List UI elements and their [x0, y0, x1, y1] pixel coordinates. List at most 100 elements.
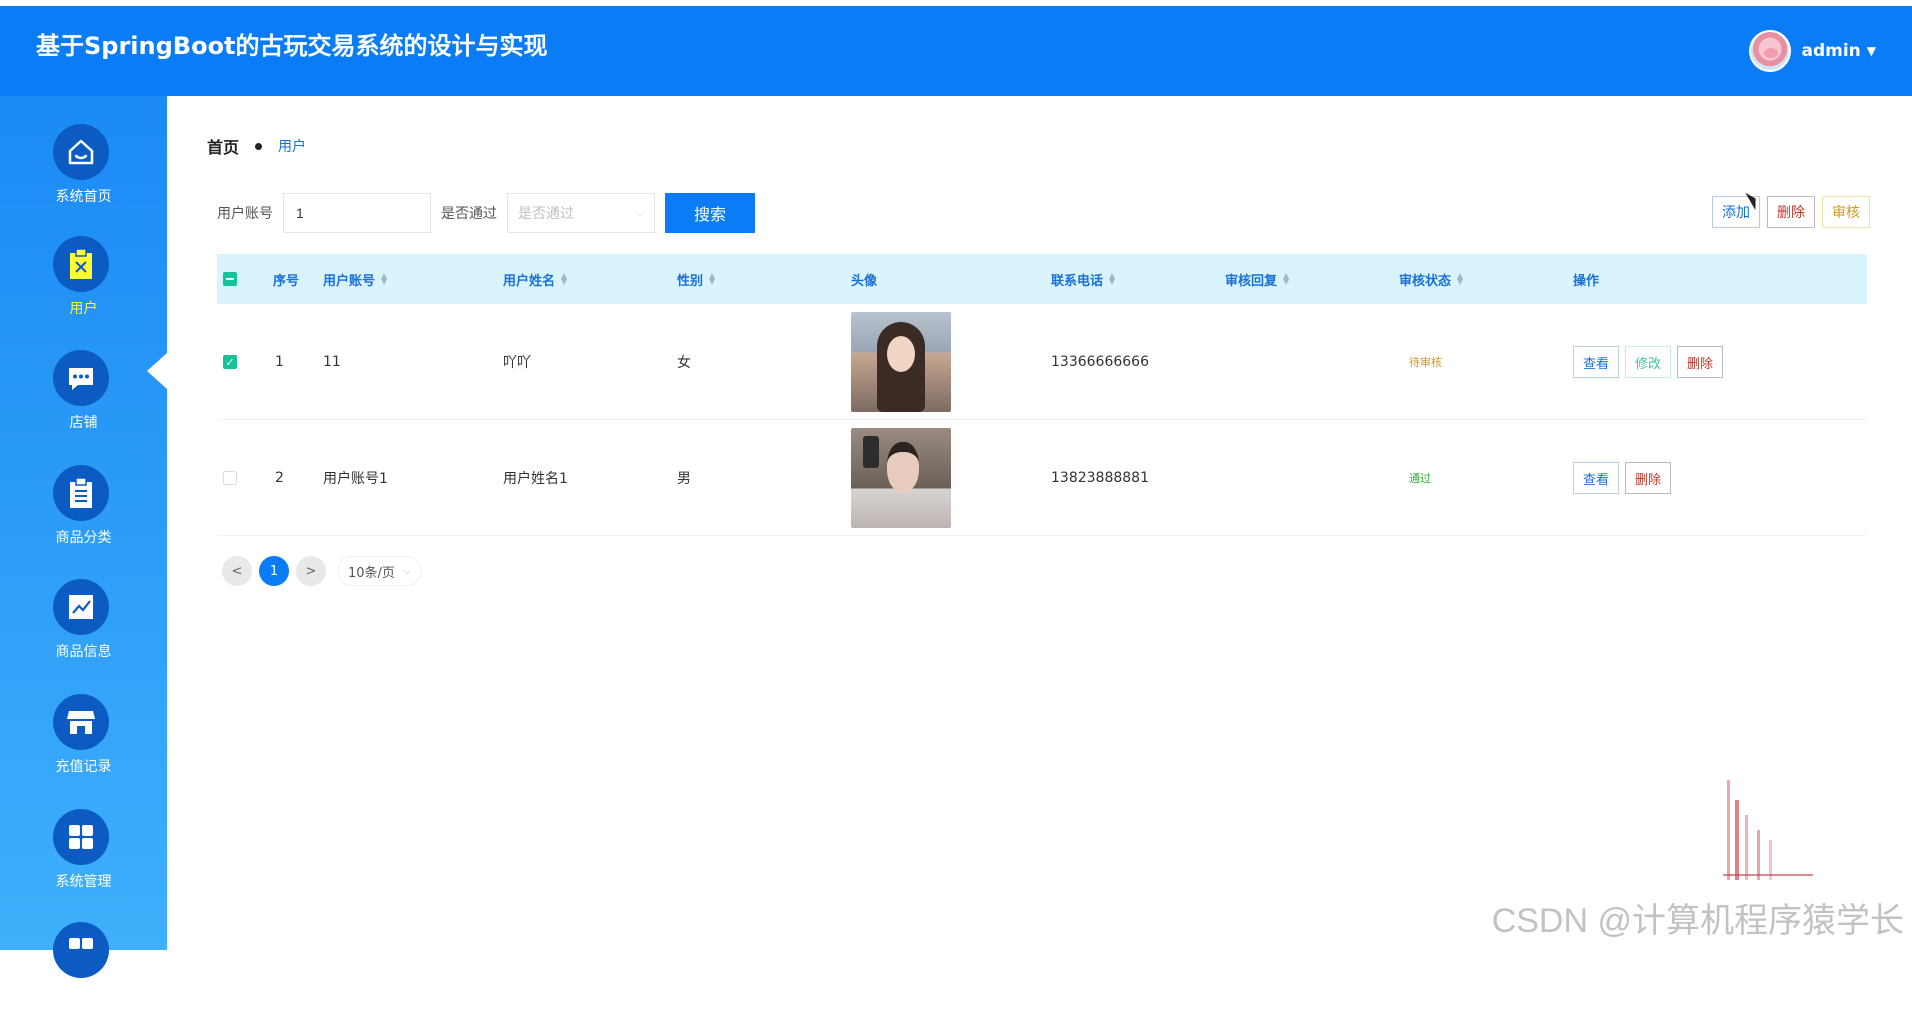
view-button[interactable]: 查看: [1573, 346, 1619, 378]
page-number[interactable]: 1: [259, 556, 289, 586]
breadcrumb-separator: [255, 143, 262, 150]
header-avatar: 头像: [851, 270, 877, 289]
toolbar: 添加 删除 审核: [1705, 196, 1870, 228]
sort-icon[interactable]: ▲▼: [561, 273, 567, 285]
delete-button[interactable]: 删除: [1677, 346, 1723, 378]
home-icon[interactable]: [53, 124, 109, 180]
chevron-down-icon: ⌵: [636, 206, 644, 220]
audit-button[interactable]: 审核: [1822, 196, 1870, 228]
trend-chart-icon[interactable]: [53, 579, 109, 635]
sidebar-item-label: 店铺: [0, 412, 167, 432]
header-status[interactable]: 审核状态▲▼: [1399, 270, 1463, 289]
sidebar-item-system[interactable]: 系统管理: [0, 809, 167, 919]
pass-select-placeholder: 是否通过: [518, 203, 574, 223]
clipboard-list-icon[interactable]: [53, 465, 109, 521]
header-account-label: 用户账号: [323, 270, 375, 289]
account-label: 用户账号: [217, 203, 273, 223]
cell-gender: 男: [677, 420, 691, 536]
page-size-label: 10条/页: [348, 562, 395, 581]
sidebar-item-home[interactable]: 系统首页: [0, 124, 167, 234]
cell-phone: 13366666666: [1051, 304, 1149, 420]
main-content: 首页 用户 用户账号 1 是否通过 是否通过 ⌵ 搜索 添加 删除 审核 序号 …: [167, 96, 1912, 950]
cell-ops: 查看 删除: [1573, 420, 1677, 536]
header-gender-label: 性别: [677, 270, 703, 289]
username[interactable]: admin: [1801, 41, 1860, 61]
table-row: ✓ 1 11 吖吖 女 13366666666 待审核 查看 修改 删除: [217, 304, 1867, 420]
avatar-photo[interactable]: [851, 312, 951, 412]
cell-status: 通过: [1409, 420, 1431, 536]
cell-name: 用户姓名1: [503, 420, 568, 536]
header-account[interactable]: 用户账号 ▲▼: [323, 270, 387, 289]
header-phone[interactable]: 联系电话 ▲▼: [1051, 270, 1115, 289]
store-icon[interactable]: [53, 694, 109, 750]
caret-down-icon[interactable]: ▼: [1867, 44, 1876, 58]
view-button[interactable]: 查看: [1573, 462, 1619, 494]
avatar[interactable]: [1749, 30, 1791, 72]
row-checkbox[interactable]: [223, 420, 237, 536]
cell-name: 吖吖: [503, 304, 531, 420]
pagination: < 1 > 10条/页 ⌵: [222, 556, 422, 586]
sidebar-item-shop[interactable]: 店铺: [0, 350, 167, 460]
watermark: CSDN @计算机程序猿学长: [1492, 893, 1904, 942]
batch-delete-button[interactable]: 删除: [1767, 196, 1815, 228]
cell-ops: 查看 修改 删除: [1573, 304, 1729, 420]
sidebar-item-category[interactable]: 商品分类: [0, 465, 167, 575]
user-clipboard-icon[interactable]: [53, 236, 109, 292]
grid-icon[interactable]: [53, 922, 109, 978]
sidebar-item-recharge[interactable]: 充值记录: [0, 694, 167, 804]
edit-button[interactable]: 修改: [1625, 346, 1671, 378]
top-header: 基于SpringBoot的古玩交易系统的设计与实现 admin ▼: [0, 0, 1912, 96]
cell-avatar: [851, 420, 951, 536]
header-name[interactable]: 用户姓名 ▲▼: [503, 270, 567, 289]
decorative-bars: [1723, 780, 1813, 880]
header-gender[interactable]: 性别 ▲▼: [677, 270, 715, 289]
account-input[interactable]: 1: [283, 193, 431, 233]
cell-status: 待审核: [1409, 304, 1442, 420]
breadcrumb-home[interactable]: 首页: [207, 134, 239, 158]
pass-select[interactable]: 是否通过 ⌵: [507, 193, 655, 233]
sort-icon[interactable]: ▲▼: [1109, 273, 1115, 285]
pass-label: 是否通过: [441, 203, 497, 223]
header-phone-label: 联系电话: [1051, 270, 1103, 289]
user-menu[interactable]: admin ▼: [1749, 30, 1876, 72]
chevron-down-icon: ⌵: [403, 566, 411, 577]
cell-index: 2: [275, 420, 284, 536]
cell-account: 用户账号1: [323, 420, 388, 536]
grid-icon[interactable]: [53, 809, 109, 865]
search-button[interactable]: 搜索: [665, 193, 755, 233]
page-size-select[interactable]: 10条/页 ⌵: [337, 556, 422, 586]
sidebar-item-more[interactable]: [0, 922, 167, 1032]
breadcrumb: 首页 用户: [207, 134, 306, 158]
next-page-button[interactable]: >: [296, 556, 326, 586]
top-strip: [0, 0, 1912, 6]
app-title: 基于SpringBoot的古玩交易系统的设计与实现: [36, 26, 548, 61]
sort-icon[interactable]: ▲▼: [1283, 273, 1289, 285]
sort-icon[interactable]: ▲▼: [1457, 273, 1463, 285]
chat-bubble-icon[interactable]: [53, 350, 109, 406]
sort-icon[interactable]: ▲▼: [709, 273, 715, 285]
sort-icon[interactable]: ▲▼: [381, 273, 387, 285]
sidebar-item-label: 商品分类: [0, 527, 167, 547]
status-badge: 通过: [1409, 470, 1431, 486]
row-checkbox[interactable]: ✓: [223, 304, 237, 420]
header-name-label: 用户姓名: [503, 270, 555, 289]
table-header: 序号 用户账号▲▼ 用户姓名▲▼ 性别▲▼ 头像 联系电话▲▼ 审核回复▲▼ 审…: [217, 254, 1867, 304]
header-reply[interactable]: 审核回复 ▲▼: [1225, 270, 1289, 289]
breadcrumb-current: 用户: [278, 136, 306, 156]
select-all-checkbox[interactable]: [223, 272, 237, 286]
sidebar-item-label: 用户: [0, 298, 167, 318]
avatar-photo[interactable]: [851, 428, 951, 528]
delete-button[interactable]: 删除: [1625, 462, 1671, 494]
cell-phone: 13823888881: [1051, 420, 1149, 536]
sidebar-item-user[interactable]: 用户: [0, 236, 167, 346]
user-table: 序号 用户账号▲▼ 用户姓名▲▼ 性别▲▼ 头像 联系电话▲▼ 审核回复▲▼ 审…: [217, 254, 1867, 536]
sidebar-item-product[interactable]: 商品信息: [0, 579, 167, 689]
sidebar: 系统首页 用户 店铺 商品分类 商品信息 充值记录 系统管理: [0, 96, 167, 950]
header-ops: 操作: [1573, 270, 1599, 289]
sidebar-item-label: 充值记录: [0, 756, 167, 776]
cell-avatar: [851, 304, 951, 420]
cell-gender: 女: [677, 304, 691, 420]
prev-page-button[interactable]: <: [222, 556, 252, 586]
header-reply-label: 审核回复: [1225, 270, 1277, 289]
cell-index: 1: [275, 304, 284, 420]
